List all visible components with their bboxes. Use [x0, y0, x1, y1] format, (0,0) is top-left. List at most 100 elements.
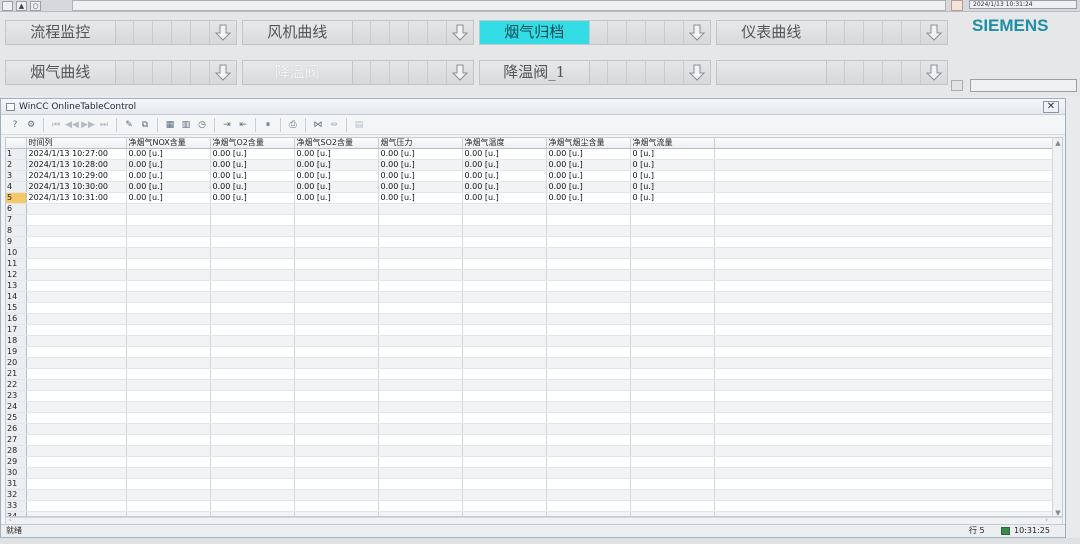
table-cell[interactable] [294, 368, 379, 381]
table-row[interactable]: 13 [6, 280, 1054, 293]
table-cell[interactable] [210, 357, 295, 370]
table-cell[interactable] [378, 203, 463, 216]
table-cell[interactable] [630, 258, 715, 271]
table-cell[interactable] [630, 434, 715, 447]
table-cell[interactable] [378, 214, 463, 227]
table-cell[interactable] [462, 291, 547, 304]
nav-button-1-3[interactable]: 烟气归档 [479, 20, 711, 45]
table-row[interactable]: 8 [6, 225, 1054, 238]
connect-icon[interactable]: ⋈ [311, 118, 325, 132]
row-number[interactable]: 11 [6, 258, 27, 271]
table-cell[interactable] [210, 368, 295, 381]
table-cell[interactable] [546, 357, 631, 370]
table-cell[interactable] [126, 489, 211, 502]
table-cell[interactable] [126, 412, 211, 425]
table-cell[interactable] [126, 445, 211, 458]
row-number[interactable]: 27 [6, 434, 27, 447]
table-cell[interactable] [210, 335, 295, 348]
table-cell[interactable] [26, 500, 127, 513]
table-cell[interactable] [546, 258, 631, 271]
table-cell[interactable]: 0.00 [u.] [546, 170, 631, 183]
table-cell[interactable]: 0.00 [u.] [378, 192, 463, 205]
circle-icon[interactable]: ○ [30, 1, 41, 11]
table-cell[interactable] [294, 214, 379, 227]
table-cell[interactable] [210, 467, 295, 480]
table-cell[interactable] [630, 401, 715, 414]
table-row[interactable]: 21 [6, 368, 1054, 381]
table-cell[interactable] [546, 324, 631, 337]
row-number[interactable]: 16 [6, 313, 27, 326]
table-cell[interactable] [126, 302, 211, 315]
table-cell[interactable] [630, 390, 715, 403]
table-cell[interactable] [210, 456, 295, 469]
table-cell[interactable] [378, 368, 463, 381]
table-cell[interactable] [462, 401, 547, 414]
table-cell[interactable] [26, 214, 127, 227]
table-cell[interactable] [294, 390, 379, 403]
table-cell[interactable] [630, 225, 715, 238]
table-row[interactable]: 10 [6, 247, 1054, 260]
row-number[interactable]: 18 [6, 335, 27, 348]
table-cell[interactable] [378, 291, 463, 304]
table-cell[interactable] [378, 423, 463, 436]
table-cell[interactable]: 0.00 [u.] [546, 159, 631, 172]
row-number[interactable]: 19 [6, 346, 27, 359]
table-cell[interactable] [546, 225, 631, 238]
table-cell[interactable] [378, 324, 463, 337]
table-cell[interactable]: 0.00 [u.] [210, 170, 295, 183]
table-cell[interactable] [294, 500, 379, 513]
table-cell[interactable]: 0.00 [u.] [294, 192, 379, 205]
table-cell[interactable] [26, 368, 127, 381]
column-header[interactable]: 时间列 [26, 138, 127, 150]
row-number[interactable]: 2 [6, 159, 27, 172]
table-row[interactable]: 15 [6, 302, 1054, 315]
table-row[interactable]: 7 [6, 214, 1054, 227]
nav-button-1-4[interactable]: 仪表曲线 [716, 20, 948, 45]
table-cell[interactable]: 0.00 [u.] [378, 170, 463, 183]
table-cell[interactable] [294, 346, 379, 359]
table-cell[interactable] [546, 434, 631, 447]
table-row[interactable]: 22 [6, 379, 1054, 392]
table-row[interactable]: 25 [6, 412, 1054, 425]
table-cell[interactable] [378, 379, 463, 392]
table-cell[interactable] [630, 280, 715, 293]
table-cell[interactable] [294, 478, 379, 491]
table-cell[interactable] [546, 390, 631, 403]
table-cell[interactable] [126, 324, 211, 337]
table-cell[interactable] [126, 313, 211, 326]
table-cell[interactable] [210, 379, 295, 392]
table-cell[interactable] [378, 500, 463, 513]
table-cell[interactable] [126, 214, 211, 227]
nav-button-1-1[interactable]: 流程监控 [5, 20, 237, 45]
table-cell[interactable]: 0.00 [u.] [294, 159, 379, 172]
table-row[interactable]: 12 [6, 269, 1054, 282]
table-cell[interactable] [462, 423, 547, 436]
table-cell[interactable]: 0.00 [u.] [462, 148, 547, 161]
table-cell[interactable] [378, 302, 463, 315]
table-cell[interactable]: 0 [u.] [630, 192, 715, 205]
export-icon[interactable]: ⇥ [220, 118, 234, 132]
table-row[interactable]: 5 2024/1/13 10:31:00 0.00 [u.] 0.00 [u.] 0.0… [6, 192, 1054, 205]
table-row[interactable]: 31 [6, 478, 1054, 491]
table-cell[interactable]: 0.00 [u.] [378, 181, 463, 194]
nav-button-1-2[interactable]: 风机曲线 [242, 20, 474, 45]
table-row[interactable]: 14 [6, 291, 1054, 304]
table-cell[interactable] [26, 434, 127, 447]
table-cell[interactable]: 0.00 [u.] [294, 148, 379, 161]
table-cell[interactable] [210, 236, 295, 249]
table-cell[interactable] [126, 335, 211, 348]
nav-button-label[interactable]: 流程监控 [6, 21, 116, 44]
table-cell[interactable]: 0.00 [u.] [210, 159, 295, 172]
table-cell[interactable] [546, 379, 631, 392]
close-button[interactable]: ✕ [1043, 101, 1059, 113]
table-row[interactable]: 30 [6, 467, 1054, 480]
select-columns-icon[interactable]: ▦ [163, 118, 177, 132]
arrow-down-icon[interactable] [447, 61, 474, 84]
row-number[interactable]: 25 [6, 412, 27, 425]
table-cell[interactable]: 0.00 [u.] [378, 159, 463, 172]
scroll-down-icon[interactable]: ▼ [1053, 508, 1062, 516]
table-cell[interactable] [546, 467, 631, 480]
table-cell[interactable] [546, 500, 631, 513]
table-cell[interactable]: 0.00 [u.] [126, 181, 211, 194]
table-cell[interactable] [462, 434, 547, 447]
